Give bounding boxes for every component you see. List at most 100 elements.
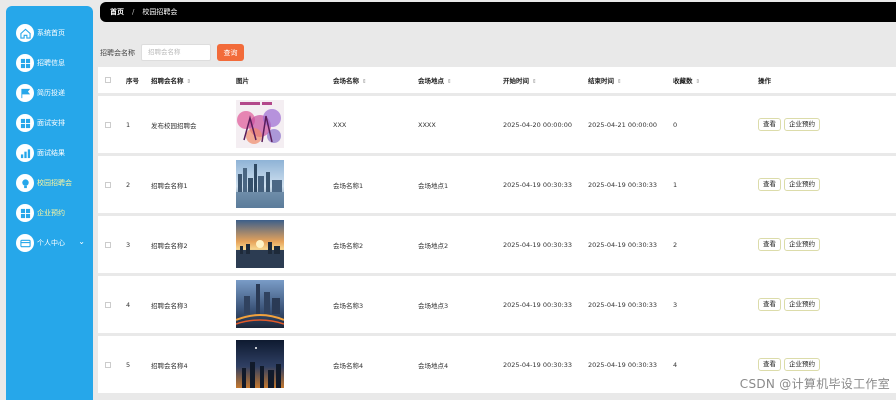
- sort-icon: ⇕: [532, 79, 537, 85]
- sidebar-item-label: 校园招聘会: [37, 179, 72, 187]
- row-checkbox[interactable]: [105, 361, 111, 368]
- cell-no: 5: [126, 360, 131, 369]
- view-button[interactable]: 查看: [758, 118, 781, 131]
- chevron-down-icon: ⌄: [78, 237, 85, 246]
- sidebar-item-enterprise-booking[interactable]: 企业预约: [6, 198, 93, 228]
- table-row: 1 发布校园招聘会 XXX XXXX 2025-04-20 00:00:00 2…: [98, 96, 896, 153]
- header-name[interactable]: 招聘会名称 ⇕: [151, 75, 191, 85]
- view-button[interactable]: 查看: [758, 298, 781, 311]
- grid-icon: [16, 204, 34, 222]
- cell-no: 3: [126, 240, 131, 249]
- cell-fav: 0: [673, 120, 678, 129]
- reserve-button[interactable]: 企业预约: [784, 178, 820, 191]
- cell-venue: 会场名称4: [333, 361, 364, 370]
- cell-fav: 3: [673, 300, 678, 309]
- header-end[interactable]: 结束时间 ⇕: [588, 75, 622, 85]
- header-venue-label: 会场名称: [333, 77, 359, 85]
- sidebar-item-profile[interactable]: 个人中心 ⌄: [6, 228, 93, 258]
- cell-no: 2: [126, 180, 131, 189]
- fair-image: [236, 280, 284, 328]
- sort-icon: ⇕: [186, 79, 192, 85]
- fair-image: [236, 340, 284, 388]
- sidebar: 系统首页 招聘信息 简历投递 面试安排 面试结果 校园招聘会 企业预约 个人中心…: [6, 6, 93, 400]
- cell-start: 2025-04-19 00:30:33: [503, 240, 573, 249]
- sort-icon: ⇕: [362, 79, 367, 85]
- select-all-checkbox[interactable]: [105, 77, 111, 83]
- cell-end: 2025-04-21 00:00:00: [588, 120, 658, 129]
- view-button[interactable]: 查看: [758, 358, 781, 371]
- row-actions: 查看 企业预约: [758, 358, 820, 371]
- header-image: 图片: [236, 77, 249, 85]
- sidebar-item-jobs[interactable]: 招聘信息: [6, 48, 93, 78]
- breadcrumb-current: 校园招聘会: [142, 8, 178, 16]
- header-fav[interactable]: 收藏数 ⇕: [673, 75, 700, 85]
- sidebar-item-label: 面试安排: [37, 119, 65, 127]
- cell-end: 2025-04-19 00:30:33: [588, 360, 658, 369]
- cell-end: 2025-04-19 00:30:33: [588, 240, 658, 249]
- cell-fav: 4: [673, 360, 678, 369]
- flag-icon: [16, 84, 34, 102]
- cell-no: 4: [126, 300, 131, 309]
- reserve-button[interactable]: 企业预约: [784, 238, 820, 251]
- search-button[interactable]: 查询: [217, 44, 244, 61]
- reserve-button[interactable]: 企业预约: [784, 118, 820, 131]
- cell-start: 2025-04-19 00:30:33: [503, 180, 573, 189]
- header-op: 操作: [758, 77, 771, 85]
- row-actions: 查看 企业预约: [758, 238, 820, 251]
- header-no: 序号: [126, 77, 139, 85]
- cell-start: 2025-04-19 00:30:33: [503, 300, 573, 309]
- row-actions: 查看 企业预约: [758, 178, 820, 191]
- reserve-button[interactable]: 企业预约: [784, 298, 820, 311]
- home-icon: [16, 24, 34, 42]
- chart-icon: [16, 144, 34, 162]
- header-start[interactable]: 开始时间 ⇕: [503, 75, 537, 85]
- sidebar-item-interview-schedule[interactable]: 面试安排: [6, 108, 93, 138]
- cell-name: 招聘会名称4: [151, 361, 188, 370]
- sort-icon: ⇕: [617, 79, 622, 85]
- cell-fav: 1: [673, 180, 678, 189]
- header-venue[interactable]: 会场名称 ⇕: [333, 75, 367, 85]
- cell-name: 发布校园招聘会: [151, 121, 197, 130]
- cell-name: 招聘会名称3: [151, 301, 188, 310]
- view-button[interactable]: 查看: [758, 238, 781, 251]
- cell-place: XXXX: [418, 120, 436, 129]
- watermark: CSDN @计算机毕设工作室: [739, 377, 890, 391]
- row-checkbox[interactable]: [105, 241, 111, 248]
- fair-table: 序号 招聘会名称 ⇕ 图片 会场名称 ⇕ 会场地点 ⇕ 开始时间 ⇕ 结束时间 ⇕ 收藏数…: [98, 67, 896, 396]
- table-row: 3 招聘会名称2 会场名称2 会场地点2 2025-04-19 00:30:33…: [98, 216, 896, 273]
- sidebar-item-label: 企业预约: [37, 209, 65, 217]
- view-button[interactable]: 查看: [758, 178, 781, 191]
- sidebar-item-resume[interactable]: 简历投递: [6, 78, 93, 108]
- fair-image: [236, 220, 284, 268]
- cell-place: 会场地点1: [418, 181, 449, 190]
- table-row: 2 招聘会名称1 会场名称1 会场地点1 2025-04-19 00:30:33…: [98, 156, 896, 213]
- breadcrumb-home[interactable]: 首页: [110, 7, 124, 17]
- header-end-label: 结束时间: [588, 77, 614, 85]
- row-checkbox[interactable]: [105, 121, 111, 128]
- sidebar-item-home[interactable]: 系统首页: [6, 18, 93, 48]
- search-input[interactable]: 招聘会名称: [141, 44, 211, 61]
- cell-venue: 会场名称3: [333, 301, 364, 310]
- cell-venue: 会场名称2: [333, 241, 364, 250]
- sidebar-item-campus-fair[interactable]: 校园招聘会: [6, 168, 93, 198]
- row-checkbox[interactable]: [105, 181, 111, 188]
- cell-venue: 会场名称1: [333, 181, 364, 190]
- row-actions: 查看 企业预约: [758, 298, 820, 311]
- header-place[interactable]: 会场地点 ⇕: [418, 75, 452, 85]
- sidebar-item-label: 招聘信息: [37, 59, 65, 67]
- card-icon: [16, 234, 34, 252]
- sidebar-item-interview-result[interactable]: 面试结果: [6, 138, 93, 168]
- reserve-button[interactable]: 企业预约: [784, 358, 820, 371]
- row-checkbox[interactable]: [105, 301, 111, 308]
- fair-image: [236, 100, 284, 148]
- cell-name: 招聘会名称2: [151, 241, 188, 250]
- sort-icon: ⇕: [447, 79, 452, 85]
- cell-end: 2025-04-19 00:30:33: [588, 300, 658, 309]
- cell-start: 2025-04-19 00:30:33: [503, 360, 573, 369]
- cell-start: 2025-04-20 00:00:00: [503, 120, 573, 129]
- table-header: 序号 招聘会名称 ⇕ 图片 会场名称 ⇕ 会场地点 ⇕ 开始时间 ⇕ 结束时间 ⇕ 收藏数…: [98, 67, 896, 93]
- sort-icon: ⇕: [695, 79, 701, 85]
- search-bar: 招聘会名称 招聘会名称 查询: [100, 44, 244, 61]
- bulb-icon: [16, 174, 34, 192]
- cell-place: 会场地点4: [418, 361, 449, 370]
